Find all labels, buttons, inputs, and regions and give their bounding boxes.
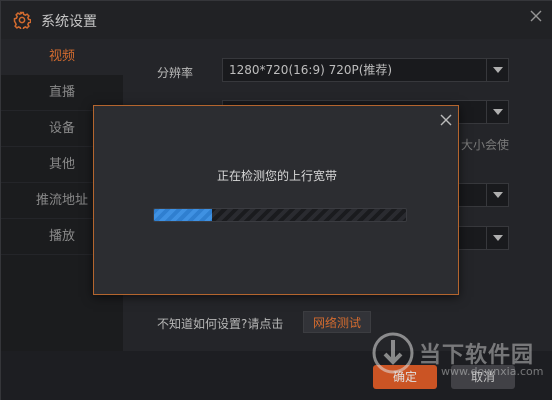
- dialog-message: 正在检测您的上行宽带: [216, 169, 337, 183]
- upload-progress-bar: [153, 208, 407, 222]
- bandwidth-test-dialog: 正在检测您的上行宽带: [93, 105, 459, 295]
- dialog-close-icon[interactable]: [438, 112, 454, 128]
- upload-progress-fill: [154, 209, 212, 221]
